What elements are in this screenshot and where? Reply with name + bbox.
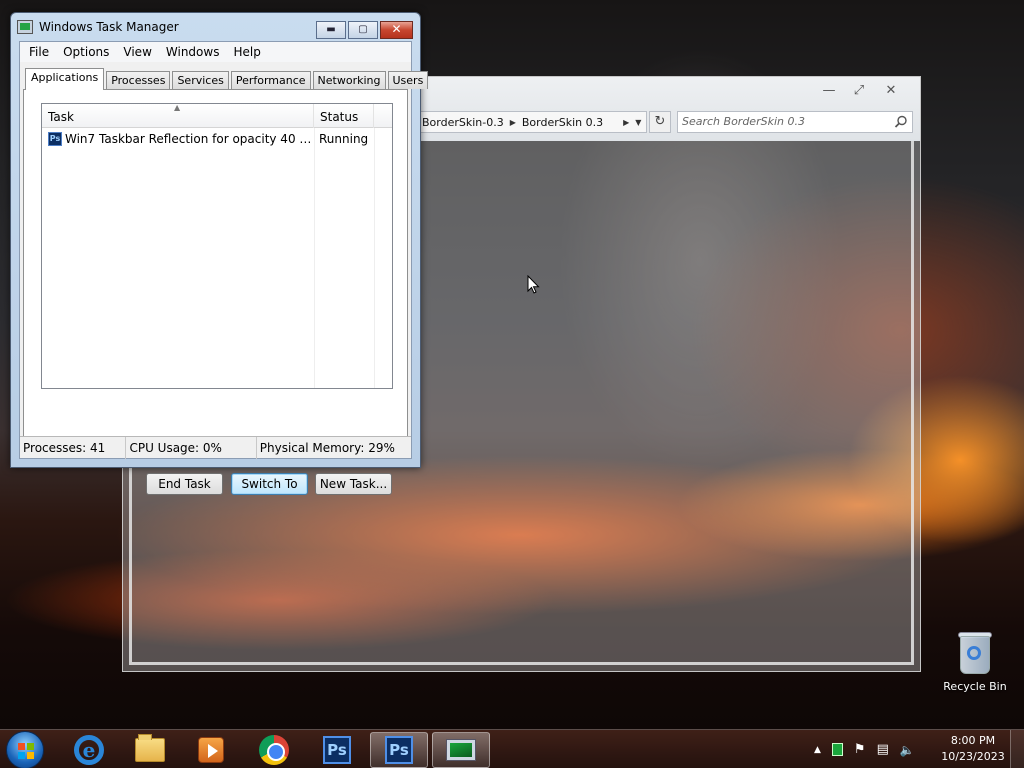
action-center-icon[interactable]: ⚑ xyxy=(854,742,866,757)
photoshop-icon: Ps xyxy=(48,132,62,146)
end-task-button[interactable]: End Task xyxy=(146,473,223,495)
breadcrumb-item[interactable]: BorderSkin 0.3 xyxy=(522,116,603,129)
taskbar-media-player[interactable] xyxy=(182,732,240,768)
network-icon[interactable]: ▤ xyxy=(877,742,889,757)
title-bar[interactable]: Windows Task Manager xyxy=(17,17,320,37)
search-input[interactable]: Search BorderSkin 0.3 xyxy=(677,111,913,133)
task-manager-body: File Options View Windows Help Applicati… xyxy=(19,41,429,495)
column-divider xyxy=(314,128,315,388)
photoshop-icon: Ps xyxy=(385,736,413,764)
chevron-down-icon[interactable]: ▼ xyxy=(635,118,641,127)
system-clock[interactable]: 8:00 PM 10/23/2023 xyxy=(940,733,1006,765)
notification-area: ▲ ⚑ ▤ 🔈 xyxy=(814,730,915,768)
table-row[interactable]: Ps Win7 Taskbar Reflection for opacity 4… xyxy=(42,129,392,149)
show-hidden-icons[interactable]: ▲ xyxy=(814,745,821,755)
chevron-right-icon[interactable]: ▶ xyxy=(623,118,629,127)
window-title: Windows Task Manager xyxy=(39,20,179,34)
tab-users[interactable]: Users xyxy=(387,71,429,89)
maximize-button[interactable]: ▢ xyxy=(348,21,378,39)
task-list[interactable]: Task ▲ Status Ps Win7 Taskbar Reflection… xyxy=(41,103,393,389)
photoshop-icon: Ps xyxy=(323,736,351,764)
menu-options[interactable]: Options xyxy=(56,42,116,62)
start-button[interactable] xyxy=(6,731,44,768)
status-bar: Processes: 41 CPU Usage: 0% Physical Mem… xyxy=(20,436,411,459)
minimize-icon[interactable]: — xyxy=(817,83,841,99)
search-placeholder: Search BorderSkin 0.3 xyxy=(682,115,805,128)
refresh-icon: ↻ xyxy=(654,114,666,129)
tab-applications[interactable]: Applications xyxy=(25,68,105,90)
switch-to-button[interactable]: Switch To xyxy=(231,473,308,495)
minimize-icon: ▬ xyxy=(326,24,336,35)
show-desktop-button[interactable] xyxy=(1010,730,1024,768)
taskbar: e Ps Ps ▲ ⚑ ▤ 🔈 8:00 PM 10/23/2023 xyxy=(0,729,1024,768)
refresh-button[interactable]: ↻ xyxy=(649,111,671,133)
breadcrumb[interactable]: BorderSkin-0.3 ▶ BorderSkin 0.3 ▶ ▼ xyxy=(419,111,647,133)
task-name: Win7 Taskbar Reflection for opacity 40 q… xyxy=(65,132,312,146)
chrome-icon xyxy=(259,735,289,765)
internet-explorer-icon: e xyxy=(74,735,104,765)
mouse-cursor-icon xyxy=(527,275,540,294)
clock-date: 10/23/2023 xyxy=(941,750,1005,763)
recycle-bin-shortcut[interactable]: Recycle Bin xyxy=(940,630,1010,700)
menu-windows[interactable]: Windows xyxy=(159,42,227,62)
chevron-right-icon: ▶ xyxy=(509,117,516,127)
taskbar-file-explorer[interactable] xyxy=(121,732,179,768)
task-manager-window[interactable]: Windows Task Manager ▬ ▢ ✕ File Options … xyxy=(10,12,429,495)
taskbar-photoshop-running[interactable]: Ps xyxy=(370,732,428,768)
minimize-button[interactable]: ▬ xyxy=(316,21,346,39)
recycle-bin-label: Recycle Bin xyxy=(943,680,1007,693)
maximize-icon: ▢ xyxy=(358,24,368,35)
tab-networking[interactable]: Networking xyxy=(312,71,386,89)
taskbar-task-manager[interactable] xyxy=(432,732,490,768)
column-divider xyxy=(374,128,375,388)
tab-services[interactable]: Services xyxy=(172,71,229,89)
applications-panel: Task ▲ Status Ps Win7 Taskbar Reflection… xyxy=(23,89,408,495)
breadcrumb-item[interactable]: BorderSkin-0.3 xyxy=(422,116,504,129)
volume-muted-icon[interactable]: 🔈 xyxy=(900,743,915,757)
tab-processes[interactable]: Processes xyxy=(106,71,171,89)
search-icon[interactable] xyxy=(894,115,908,129)
sort-ascending-icon: ▲ xyxy=(174,103,181,112)
taskbar-internet-explorer[interactable]: e xyxy=(60,732,118,768)
taskbar-chrome[interactable] xyxy=(245,732,303,768)
clock-time: 8:00 PM xyxy=(950,734,996,747)
close-icon[interactable]: ✕ xyxy=(879,83,903,99)
menu-bar: File Options View Windows Help xyxy=(20,42,411,62)
physical-memory: Physical Memory: 29% xyxy=(259,441,395,455)
task-manager-icon xyxy=(17,20,33,34)
column-header-status[interactable]: Status xyxy=(314,104,374,128)
green-square-icon[interactable] xyxy=(831,743,843,756)
new-task-button[interactable]: New Task... xyxy=(315,473,392,495)
menu-file[interactable]: File xyxy=(22,42,56,62)
close-button[interactable]: ✕ xyxy=(380,21,413,39)
tab-strip: Applications Processes Services Performa… xyxy=(25,68,430,90)
cpu-usage: CPU Usage: 0% xyxy=(126,437,257,459)
windows-logo-icon xyxy=(18,743,34,759)
close-icon: ✕ xyxy=(391,22,402,36)
task-manager-icon xyxy=(446,739,476,761)
file-explorer-icon xyxy=(135,734,165,762)
processes-count: Processes: 41 xyxy=(20,437,127,459)
menu-view[interactable]: View xyxy=(116,42,158,62)
tab-performance[interactable]: Performance xyxy=(230,71,311,89)
recycle-bin-icon xyxy=(958,630,992,674)
menu-help[interactable]: Help xyxy=(226,42,267,62)
task-status: Running xyxy=(319,132,369,146)
task-cell: Ps Win7 Taskbar Reflection for opacity 4… xyxy=(48,129,312,149)
list-header: Task ▲ Status xyxy=(42,104,392,128)
media-player-icon xyxy=(198,737,224,763)
maximize-icon[interactable]: ⤢ xyxy=(847,83,871,99)
taskbar-photoshop-pinned[interactable]: Ps xyxy=(308,732,366,768)
